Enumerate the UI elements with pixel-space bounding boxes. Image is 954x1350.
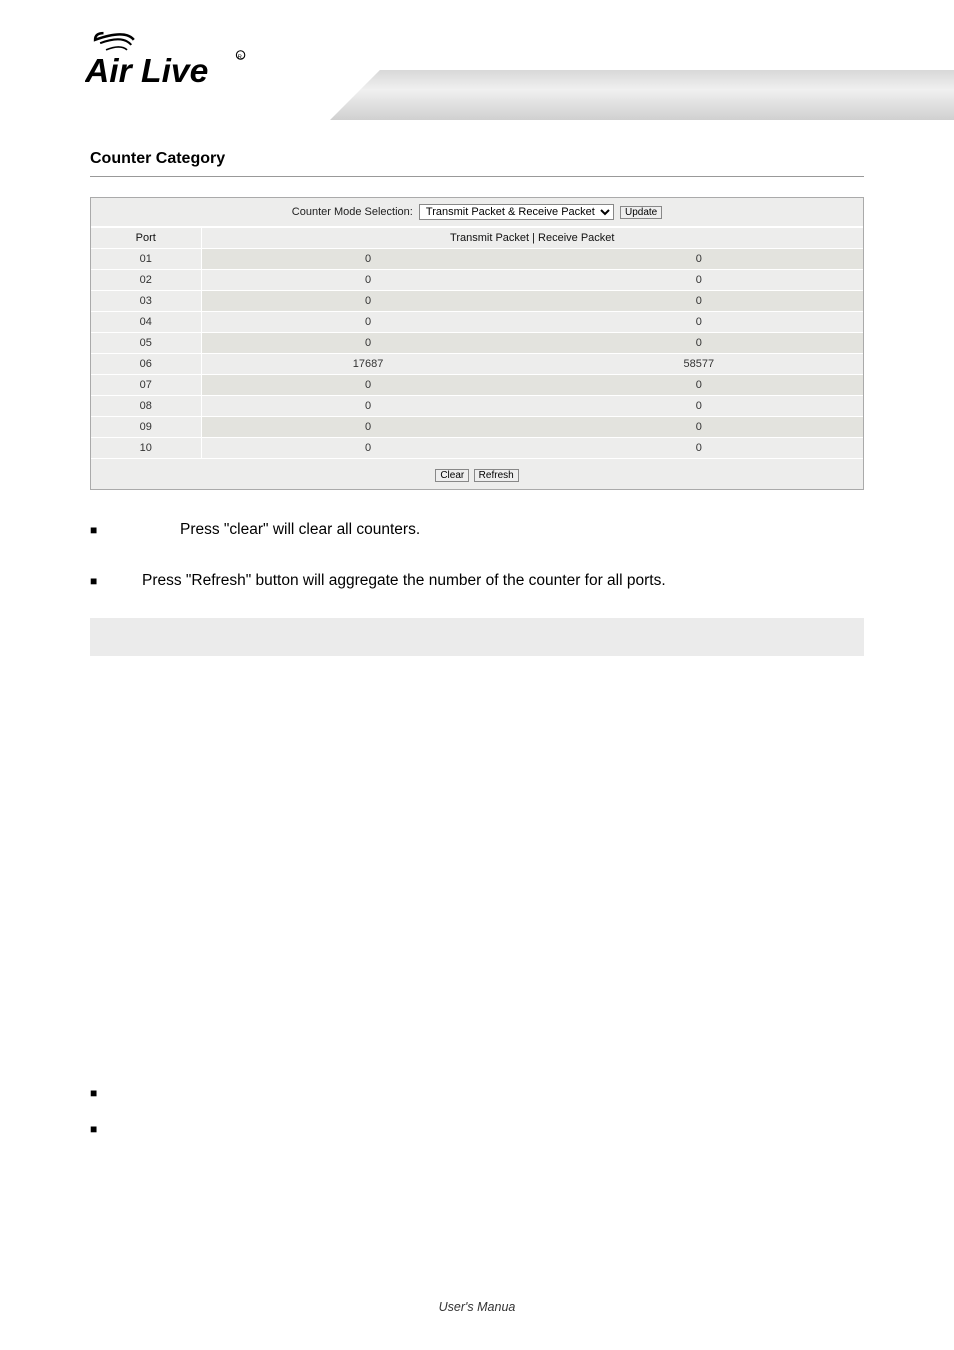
mode-select[interactable]: Transmit Packet & Receive Packet — [419, 204, 614, 220]
title-underline — [90, 176, 864, 177]
airlive-logo: Air Live R — [85, 25, 270, 100]
rx-cell: 0 — [535, 396, 863, 417]
bullet-item: Press "Refresh" button will aggregate th… — [90, 569, 864, 592]
tx-cell: 0 — [201, 291, 535, 312]
rx-cell: 0 — [535, 270, 863, 291]
port-cell: 05 — [91, 333, 201, 354]
rx-cell: 0 — [535, 333, 863, 354]
table-row: 0300 — [91, 291, 863, 312]
refresh-button[interactable]: Refresh — [474, 469, 519, 482]
port-cell: 01 — [91, 249, 201, 270]
lone-bullets: ■ ■ — [90, 1086, 864, 1136]
rx-cell: 0 — [535, 291, 863, 312]
table-row: 0700 — [91, 375, 863, 396]
rx-cell: 0 — [535, 438, 863, 459]
table-row: 0400 — [91, 312, 863, 333]
port-cell: 04 — [91, 312, 201, 333]
table-row: 0500 — [91, 333, 863, 354]
rx-cell: 0 — [535, 312, 863, 333]
rx-cell: 58577 — [535, 354, 863, 375]
table-row: 0200 — [91, 270, 863, 291]
tx-cell: 0 — [201, 438, 535, 459]
page-header: Air Live R — [0, 0, 954, 115]
tx-cell: 17687 — [201, 354, 535, 375]
rx-cell: 0 — [535, 375, 863, 396]
mode-selection-row: Counter Mode Selection: Transmit Packet … — [91, 198, 863, 227]
page-footer: User's Manua — [0, 1300, 954, 1314]
port-cell: 09 — [91, 417, 201, 438]
rx-cell: 0 — [535, 249, 863, 270]
svg-text:Air Live: Air Live — [85, 53, 208, 90]
counter-table: Port Transmit Packet | Receive Packet 01… — [91, 227, 863, 458]
button-row: Clear Refresh — [91, 458, 863, 489]
tx-cell: 0 — [201, 312, 535, 333]
tx-cell: 0 — [201, 333, 535, 354]
port-cell: 10 — [91, 438, 201, 459]
port-cell: 07 — [91, 375, 201, 396]
bullet-list: Press "clear" will clear all counters. — [90, 518, 864, 541]
tx-cell: 0 — [201, 396, 535, 417]
svg-text:R: R — [238, 54, 242, 60]
mode-label: Counter Mode Selection: — [292, 206, 413, 218]
gray-bar — [90, 618, 864, 656]
table-row: 1000 — [91, 438, 863, 459]
bullet-square: ■ — [90, 1086, 864, 1100]
port-cell: 03 — [91, 291, 201, 312]
table-row: 0100 — [91, 249, 863, 270]
rx-cell: 0 — [535, 417, 863, 438]
table-row: 061768758577 — [91, 354, 863, 375]
counter-table-box: Counter Mode Selection: Transmit Packet … — [90, 197, 864, 490]
bullet-item: Press "clear" will clear all counters. — [90, 518, 864, 541]
table-row: 0800 — [91, 396, 863, 417]
bullet-list: Press "Refresh" button will aggregate th… — [90, 569, 864, 592]
table-row: 0900 — [91, 417, 863, 438]
tx-cell: 0 — [201, 375, 535, 396]
tx-cell: 0 — [201, 417, 535, 438]
header-stripe — [330, 70, 954, 120]
port-cell: 06 — [91, 354, 201, 375]
data-header: Transmit Packet | Receive Packet — [201, 228, 863, 249]
update-button[interactable]: Update — [620, 206, 662, 219]
bullet-square: ■ — [90, 1122, 864, 1136]
section-title: Counter Category — [90, 150, 864, 168]
clear-button[interactable]: Clear — [435, 469, 469, 482]
tx-cell: 0 — [201, 270, 535, 291]
tx-cell: 0 — [201, 249, 535, 270]
port-cell: 08 — [91, 396, 201, 417]
port-header: Port — [91, 228, 201, 249]
port-cell: 02 — [91, 270, 201, 291]
